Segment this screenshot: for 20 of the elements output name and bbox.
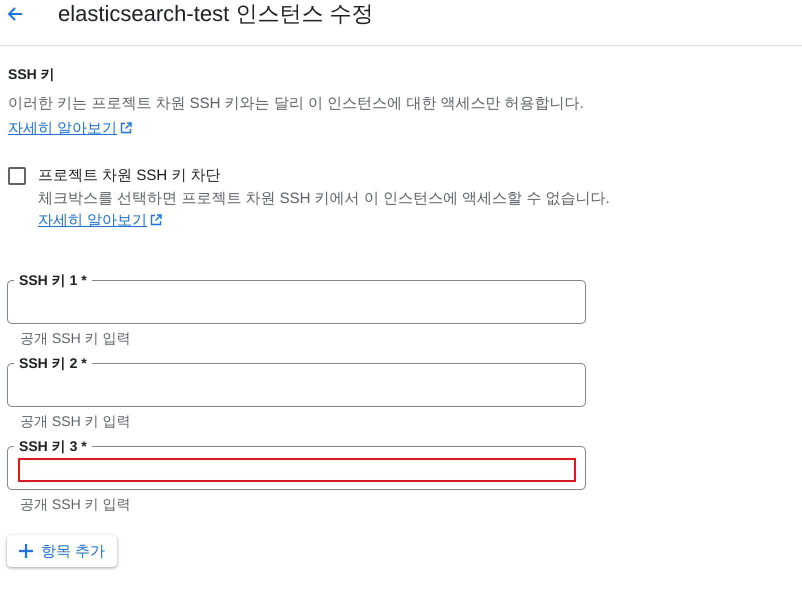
- learn-more-link[interactable]: 자세히 알아보기: [38, 212, 162, 229]
- field-label: SSH 키 2 *: [14, 355, 92, 371]
- field-label: SSH 키 3 *: [14, 438, 92, 454]
- field-helper-text: 공개 SSH 키 입력: [20, 412, 132, 431]
- checkbox-description: 체크박스를 선택하면 프로젝트 차원 SSH 키에서 이 인스턴스에 액세스할 수 없습니다. 자세히 알아보기: [38, 189, 611, 231]
- field-helper-text: 공개 SSH 키 입력: [20, 495, 132, 514]
- external-link-icon: [120, 122, 132, 134]
- page-title: elasticsearch-test 인스턴스 수정: [58, 0, 374, 28]
- back-arrow-icon: [7, 6, 23, 22]
- field-helper-text: 공개 SSH 키 입력: [20, 329, 132, 348]
- checkbox-label: 프로젝트 차원 SSH 키 차단: [38, 166, 222, 186]
- back-button[interactable]: [7, 6, 23, 22]
- checkbox[interactable]: [8, 167, 26, 185]
- external-link-icon: [150, 214, 162, 226]
- section-description: 이러한 키는 프로젝트 차원 SSH 키와는 달리 이 인스턴스에 대한 액세스만 허용합니다. 자세히 알아보기: [8, 94, 585, 139]
- section-title: SSH 키: [8, 65, 56, 84]
- add-item-button[interactable]: 항목 추가: [7, 535, 118, 567]
- plus-icon: [19, 544, 33, 558]
- field-label: SSH 키 1 *: [14, 272, 92, 288]
- learn-more-link[interactable]: 자세히 알아보기: [8, 120, 132, 137]
